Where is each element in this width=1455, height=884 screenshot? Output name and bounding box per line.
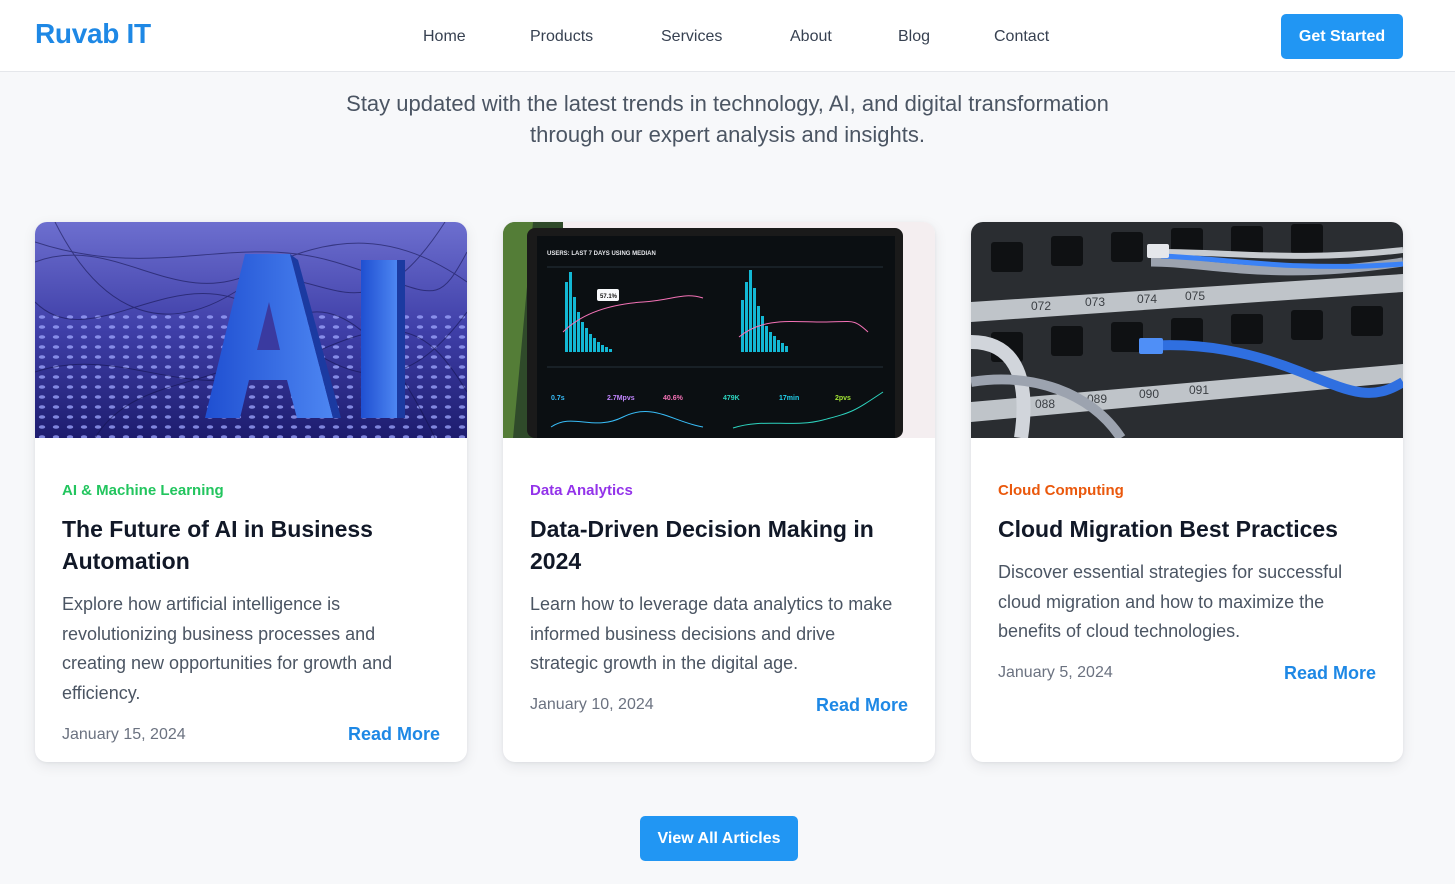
port-label: 074: [1137, 292, 1157, 306]
analytics-dashboard-laptop: USERS: LAST 7 DAYS USING MEDIAN 57.1% 0.…: [503, 222, 935, 438]
cloud-article-image[interactable]: 072 073 074 075 088 089 090 091: [971, 222, 1403, 438]
stat-value: 40.6%: [663, 395, 684, 402]
dashboard-header-text: USERS: LAST 7 DAYS USING MEDIAN: [547, 251, 656, 257]
stat-value: 2pvs: [835, 395, 851, 402]
stat-value: 17min: [779, 395, 799, 402]
post-excerpt: Discover essential strategies for succes…: [998, 562, 1343, 641]
post-excerpt: Learn how to leverage data analytics to …: [530, 594, 893, 673]
port-label: 075: [1185, 289, 1205, 303]
post-meta: January 5, 2024 Read More: [998, 663, 1376, 684]
port-label: 091: [1189, 383, 1209, 397]
blog-card[interactable]: 072 073 074 075 088 089 090 091 Cloud Co…: [971, 222, 1403, 762]
post-date: January 10, 2024: [530, 696, 654, 713]
intro-line-2: through our expert analysis and insights…: [529, 122, 925, 147]
ai-letters-illustration: [35, 222, 467, 438]
nav-products[interactable]: Products: [530, 28, 593, 46]
main-nav: Home Products Services About Blog Contac…: [0, 28, 1455, 48]
nav-home[interactable]: Home: [423, 28, 466, 46]
top-navbar: Ruvab IT Home Products Services About Bl…: [0, 0, 1455, 72]
post-category[interactable]: Cloud Computing: [998, 482, 1376, 499]
post-excerpt: Explore how artificial intelligence is r…: [62, 594, 393, 703]
network-patch-panel: 072 073 074 075 088 089 090 091: [971, 222, 1403, 438]
nav-about[interactable]: About: [790, 28, 832, 46]
ai-article-image[interactable]: [35, 222, 467, 438]
post-title[interactable]: Data-Driven Decision Making in 2024: [530, 513, 908, 577]
post-category[interactable]: AI & Machine Learning: [62, 482, 440, 499]
port-label: 072: [1031, 299, 1051, 313]
stat-value: 2.7Mpvs: [607, 395, 635, 402]
dashboard-tooltip: 57.1%: [600, 294, 618, 300]
read-more-link[interactable]: Read More: [816, 695, 908, 716]
view-all-articles-button[interactable]: View All Articles: [640, 816, 798, 861]
post-date: January 15, 2024: [62, 725, 186, 743]
port-label: 073: [1085, 295, 1105, 309]
read-more-link[interactable]: Read More: [1284, 663, 1376, 684]
nav-services[interactable]: Services: [661, 28, 722, 46]
stat-value: 479K: [723, 395, 740, 402]
nav-contact[interactable]: Contact: [994, 28, 1049, 46]
blog-card[interactable]: USERS: LAST 7 DAYS USING MEDIAN 57.1% 0.…: [503, 222, 935, 762]
post-title[interactable]: Cloud Migration Best Practices: [998, 513, 1376, 545]
post-meta: January 15, 2024 Read More: [62, 724, 440, 745]
read-more-link[interactable]: Read More: [348, 724, 440, 745]
post-date: January 5, 2024: [998, 664, 1113, 681]
section-intro: Stay updated with the latest trends in t…: [0, 88, 1455, 150]
post-title[interactable]: The Future of AI in Business Automation: [62, 513, 440, 577]
nav-blog[interactable]: Blog: [898, 28, 930, 46]
stat-value: 0.7s: [551, 395, 565, 402]
get-started-button[interactable]: Get Started: [1281, 14, 1403, 59]
port-label: 088: [1035, 397, 1055, 411]
data-analytics-article-image[interactable]: USERS: LAST 7 DAYS USING MEDIAN 57.1% 0.…: [503, 222, 935, 438]
post-category[interactable]: Data Analytics: [530, 482, 908, 499]
post-meta: January 10, 2024 Read More: [530, 695, 908, 716]
blog-card[interactable]: AI & Machine Learning The Future of AI i…: [35, 222, 467, 762]
intro-line-1: Stay updated with the latest trends in t…: [346, 91, 1109, 116]
port-label: 090: [1139, 387, 1159, 401]
